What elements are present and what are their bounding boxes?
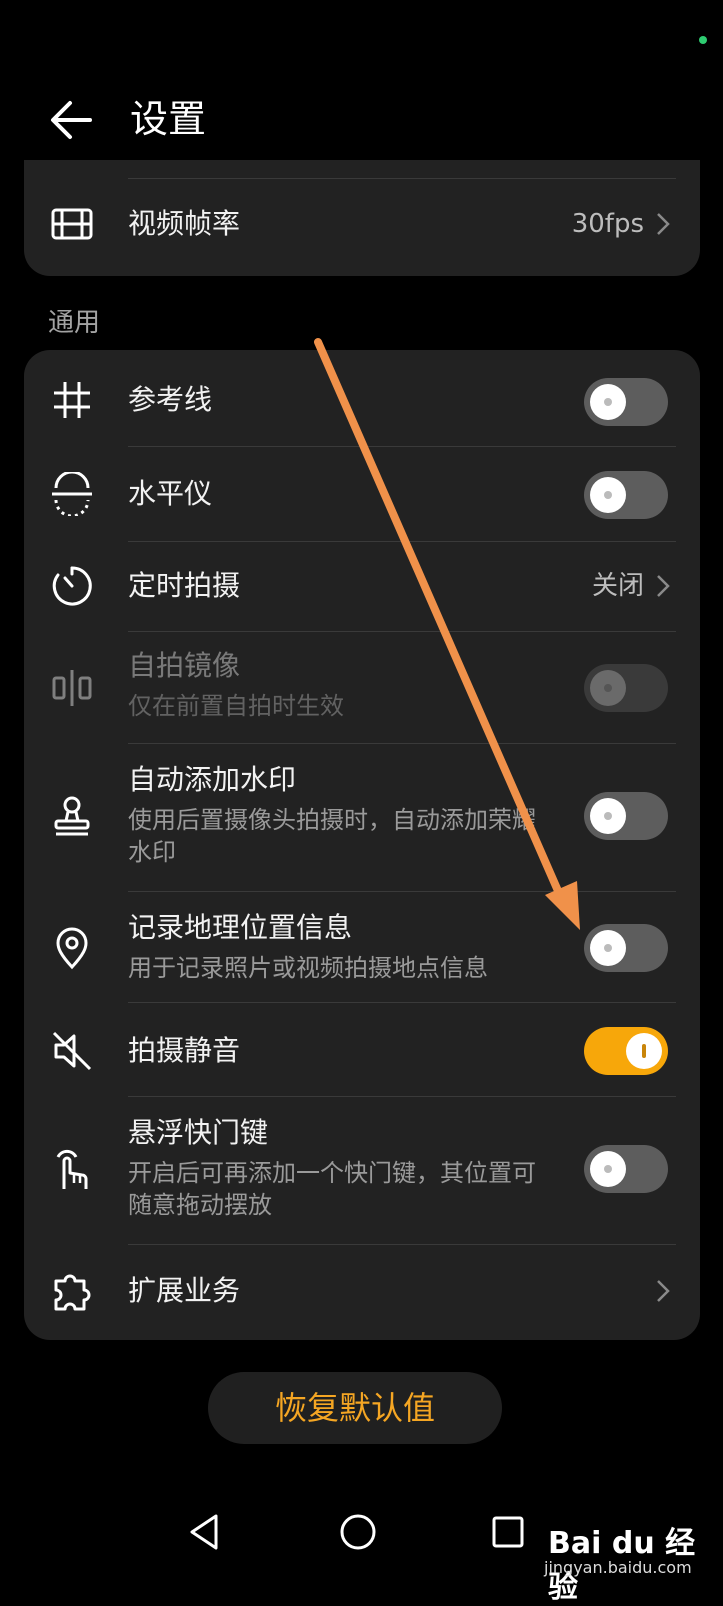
watermark-url: jingyan.baidu.com — [544, 1558, 692, 1577]
chevron-right-icon — [657, 213, 670, 235]
status-indicator-dot — [699, 36, 707, 44]
grid-row[interactable]: 参考线 — [24, 350, 700, 446]
page-title: 设置 — [130, 97, 207, 141]
grid-icon — [54, 382, 90, 418]
floating-shutter-row[interactable]: 悬浮快门键 开启后可再添加一个快门键，其位置可随意拖动摆放 — [24, 1097, 700, 1244]
floating-shutter-label: 悬浮快门键 — [128, 1116, 269, 1149]
selfie-mirror-toggle[interactable] — [584, 664, 668, 712]
nav-recents-button[interactable] — [486, 1510, 530, 1554]
timer-label: 定时拍摄 — [128, 569, 241, 602]
toggle-knob — [590, 477, 626, 513]
location-toggle[interactable] — [584, 924, 668, 972]
back-button[interactable] — [46, 95, 102, 145]
mirror-icon — [52, 670, 92, 706]
nav-home-button[interactable] — [336, 1510, 380, 1554]
baidu-jingyan-watermark: Bai du 经验 jingyan.baidu.com — [540, 1518, 710, 1605]
back-arrow-icon — [51, 101, 92, 139]
chevron-right-icon — [657, 575, 670, 597]
floating-shutter-sub: 开启后可再添加一个快门键，其位置可随意拖动摆放 — [128, 1159, 536, 1219]
section-label-general: 通用 — [48, 308, 101, 338]
auto-watermark-row[interactable]: 自动添加水印 使用后置摄像头拍摄时，自动添加荣耀水印 — [24, 744, 700, 891]
floating-shutter-toggle[interactable] — [584, 1145, 668, 1193]
location-label: 记录地理位置信息 — [128, 911, 353, 944]
video-fps-value: 30fps — [571, 209, 644, 239]
shutter-mute-label: 拍摄静音 — [128, 1034, 241, 1067]
grid-label: 参考线 — [128, 383, 213, 416]
extensions-row[interactable]: 扩展业务 — [24, 1245, 700, 1340]
selfie-mirror-label: 自拍镜像 — [128, 649, 241, 682]
video-fps-label: 视频帧率 — [128, 207, 241, 240]
toggle-knob — [626, 1033, 662, 1069]
toggle-knob — [590, 798, 626, 834]
video-settings-card: 视频帧率 30fps — [24, 160, 700, 276]
nav-back-button[interactable] — [184, 1510, 228, 1554]
general-settings-card: 参考线 水平仪 定时拍摄 关闭 自拍镜像 仅在前置自拍时生效 自动添加水印 使用… — [24, 350, 700, 1340]
shutter-mute-row[interactable]: 拍摄静音 — [24, 1003, 700, 1096]
shutter-mute-toggle[interactable] — [584, 1027, 668, 1075]
touch-hand-icon — [56, 1149, 88, 1189]
level-row[interactable]: 水平仪 — [24, 447, 700, 541]
timer-value: 关闭 — [591, 571, 644, 601]
square-recents-icon — [492, 1516, 524, 1548]
film-icon — [51, 208, 93, 240]
grid-toggle[interactable] — [584, 378, 668, 426]
header: 设置 — [0, 60, 723, 175]
stamp-icon — [54, 796, 90, 836]
auto-watermark-sub: 使用后置摄像头拍摄时，自动添加荣耀水印 — [128, 806, 536, 866]
video-fps-row[interactable]: 视频帧率 30fps — [24, 180, 700, 276]
timer-icon — [52, 566, 92, 606]
selfie-mirror-row[interactable]: 自拍镜像 仅在前置自拍时生效 — [24, 632, 700, 743]
level-toggle[interactable] — [584, 471, 668, 519]
chevron-right-icon — [657, 1280, 670, 1302]
selfie-mirror-sub: 仅在前置自拍时生效 — [128, 692, 344, 720]
circle-home-icon — [340, 1514, 376, 1550]
puzzle-icon — [54, 1274, 91, 1311]
auto-watermark-label: 自动添加水印 — [128, 763, 297, 796]
extensions-label: 扩展业务 — [128, 1274, 241, 1307]
level-icon — [52, 472, 92, 516]
toggle-knob — [590, 930, 626, 966]
triangle-back-icon — [190, 1514, 218, 1550]
auto-watermark-toggle[interactable] — [584, 792, 668, 840]
toggle-knob — [590, 384, 626, 420]
mute-icon — [52, 1031, 92, 1071]
divider — [128, 178, 676, 179]
toggle-knob — [590, 670, 626, 706]
location-sub: 用于记录照片或视频拍摄地点信息 — [128, 954, 488, 982]
location-pin-icon — [56, 927, 88, 970]
location-row[interactable]: 记录地理位置信息 用于记录照片或视频拍摄地点信息 — [24, 892, 700, 1002]
level-label: 水平仪 — [128, 477, 213, 510]
toggle-knob — [590, 1151, 626, 1187]
restore-defaults-button[interactable]: 恢复默认值 — [208, 1372, 502, 1444]
timer-row[interactable]: 定时拍摄 关闭 — [24, 542, 700, 631]
